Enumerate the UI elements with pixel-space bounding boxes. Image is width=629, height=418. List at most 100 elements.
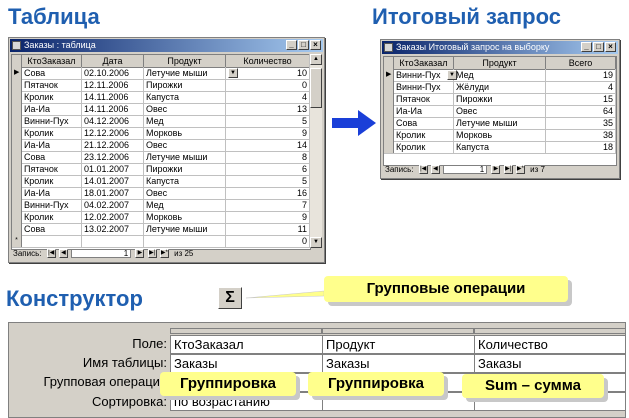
column-selector[interactable] xyxy=(474,328,625,334)
table-cell[interactable]: 12.11.2006 xyxy=(82,79,144,91)
first-record-icon[interactable]: |◀ xyxy=(46,249,56,259)
table-cell[interactable]: Капуста xyxy=(144,175,226,187)
table-cell[interactable]: Иа-Иа xyxy=(394,105,454,117)
table-cell[interactable] xyxy=(144,235,226,247)
table-cell[interactable]: 14.01.2007 xyxy=(82,175,144,187)
table-cell[interactable]: 16 xyxy=(226,187,310,199)
column-header[interactable]: Дата xyxy=(82,55,144,67)
maximize-button[interactable]: □ xyxy=(298,40,309,50)
new-record-icon[interactable]: ▶* xyxy=(515,165,525,175)
column-header[interactable]: Продукт xyxy=(454,57,546,69)
designer-table-cell[interactable]: Заказы xyxy=(170,354,323,373)
record-selector[interactable] xyxy=(12,79,22,91)
table-cell[interactable]: 8 xyxy=(226,151,310,163)
table-cell[interactable]: 0 xyxy=(226,79,310,91)
table-cell[interactable]: 64 xyxy=(546,105,616,117)
table-cell[interactable]: 13.02.2007 xyxy=(82,223,144,235)
table-cell[interactable]: Иа-Иа xyxy=(22,187,82,199)
column-header[interactable]: Количество xyxy=(226,55,310,67)
column-header[interactable]: Продукт xyxy=(144,55,226,67)
table-cell[interactable]: 02.10.2006 xyxy=(82,67,144,79)
table-cell[interactable]: 7 xyxy=(226,199,310,211)
record-selector[interactable] xyxy=(12,163,22,175)
query-window-titlebar[interactable]: Заказы Итоговый запрос на выборку _ □ × xyxy=(382,41,618,54)
table-cell[interactable]: 9 xyxy=(226,211,310,223)
table-cell[interactable]: Мед xyxy=(454,69,546,81)
record-selector[interactable]: * xyxy=(12,235,22,247)
table-cell[interactable]: Сова xyxy=(22,151,82,163)
table-cell[interactable]: 4 xyxy=(546,81,616,93)
table-cell[interactable]: Пятачок xyxy=(22,79,82,91)
totals-sigma-button[interactable]: Σ xyxy=(218,287,242,309)
table-cell[interactable]: Кролик xyxy=(22,91,82,103)
minimize-button[interactable]: _ xyxy=(581,42,592,52)
table-cell[interactable]: Винни-Пух xyxy=(394,69,454,81)
new-record-icon[interactable]: ▶* xyxy=(159,249,169,259)
scroll-up-arrow-icon[interactable]: ▲ xyxy=(310,54,322,65)
table-cell[interactable]: Капуста xyxy=(454,141,546,153)
table-cell[interactable]: 19 xyxy=(546,69,616,81)
table-cell[interactable]: Кролик xyxy=(394,141,454,153)
record-selector[interactable] xyxy=(12,211,22,223)
table-cell[interactable]: Винни-Пух xyxy=(22,115,82,127)
column-selector[interactable] xyxy=(170,328,322,334)
dropdown-arrow-icon[interactable]: ▼ xyxy=(447,70,457,80)
table-cell[interactable]: Овес xyxy=(144,139,226,151)
first-record-icon[interactable]: |◀ xyxy=(418,165,428,175)
table-cell[interactable]: Сова xyxy=(394,117,454,129)
current-record-arrow-icon[interactable]: ▶ xyxy=(12,67,22,79)
record-selector[interactable] xyxy=(12,151,22,163)
table-cell[interactable]: 5 xyxy=(226,175,310,187)
dropdown-arrow-icon[interactable]: ▼ xyxy=(228,68,238,78)
table-cell[interactable]: Летучие мыши xyxy=(144,67,226,79)
table-cell[interactable]: 23.12.2006 xyxy=(82,151,144,163)
table-cell[interactable]: 21.12.2006 xyxy=(82,139,144,151)
record-selector[interactable] xyxy=(384,141,394,153)
table-cell[interactable]: Овес xyxy=(144,187,226,199)
record-selector[interactable] xyxy=(12,223,22,235)
next-record-icon[interactable]: ▶ xyxy=(491,165,501,175)
scroll-down-arrow-icon[interactable]: ▼ xyxy=(310,237,322,248)
record-selector[interactable] xyxy=(12,187,22,199)
table-cell[interactable]: Пирожки xyxy=(144,79,226,91)
record-number-field[interactable]: 1 xyxy=(71,249,132,259)
table-row[interactable]: * 0 xyxy=(12,235,310,248)
table-cell[interactable]: 35 xyxy=(546,117,616,129)
table-cell[interactable]: 9 xyxy=(226,127,310,139)
table-cell[interactable]: Кролик xyxy=(22,175,82,187)
table-cell[interactable]: Морковь xyxy=(144,211,226,223)
table-cell[interactable]: Винни-Пух xyxy=(394,81,454,93)
table-cell[interactable]: Овес xyxy=(454,105,546,117)
table-vertical-scrollbar[interactable]: ▲ ▼ xyxy=(309,54,322,248)
table-cell[interactable]: Кролик xyxy=(22,127,82,139)
record-selector[interactable] xyxy=(384,81,394,93)
table-cell[interactable]: Пирожки xyxy=(144,163,226,175)
table-cell[interactable]: 15 xyxy=(546,93,616,105)
table-cell[interactable]: Иа-Иа xyxy=(22,103,82,115)
table-cell[interactable]: Иа-Иа xyxy=(22,139,82,151)
table-cell[interactable]: 12.12.2006 xyxy=(82,127,144,139)
record-selector[interactable] xyxy=(12,139,22,151)
table-cell[interactable] xyxy=(82,235,144,247)
table-cell[interactable]: Овес xyxy=(144,103,226,115)
table-cell[interactable]: 14.11.2006 xyxy=(82,103,144,115)
record-selector[interactable] xyxy=(384,93,394,105)
table-cell[interactable]: Летучие мыши xyxy=(144,151,226,163)
table-cell[interactable]: Пятачок xyxy=(394,93,454,105)
select-all-corner[interactable] xyxy=(12,55,22,67)
last-record-icon[interactable]: ▶| xyxy=(503,165,513,175)
table-cell[interactable]: Сова xyxy=(22,223,82,235)
query-datasheet[interactable]: КтоЗаказал Продукт Всего ▶ Винни-Пух Мед 19 Вин… xyxy=(383,56,617,166)
table-cell[interactable]: 18.01.2007 xyxy=(82,187,144,199)
record-selector[interactable] xyxy=(12,91,22,103)
query-window[interactable]: Заказы Итоговый запрос на выборку _ □ × … xyxy=(380,39,620,179)
record-selector[interactable] xyxy=(384,105,394,117)
current-record-arrow-icon[interactable]: ▶ xyxy=(384,69,394,81)
table-cell[interactable]: Пирожки xyxy=(454,93,546,105)
column-header[interactable]: КтоЗаказал xyxy=(22,55,82,67)
designer-table-cell[interactable]: Заказы xyxy=(322,354,475,373)
table-cell[interactable]: Мед xyxy=(144,199,226,211)
table-cell[interactable]: 04.02.2007 xyxy=(82,199,144,211)
table-row[interactable]: Кролик Капуста 18 xyxy=(384,141,616,154)
table-cell[interactable]: 6 xyxy=(226,163,310,175)
